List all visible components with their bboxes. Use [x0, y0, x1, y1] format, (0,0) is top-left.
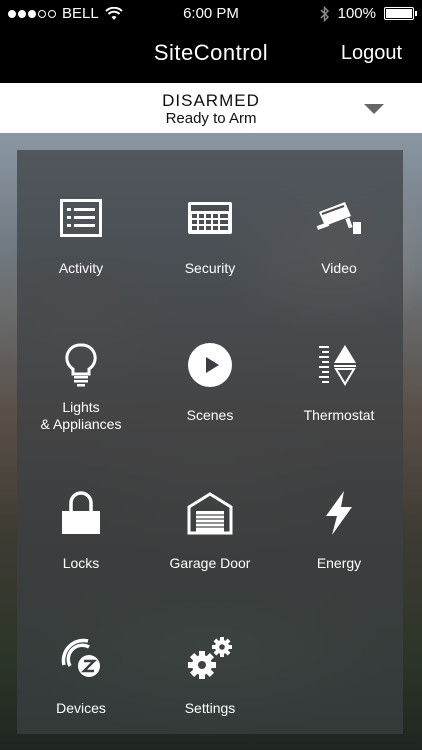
tile-security[interactable]: Security	[146, 188, 274, 318]
tile-activity[interactable]: Activity	[17, 188, 145, 318]
garage-icon	[180, 483, 240, 543]
feature-grid: Activity Security Video Lights & Applian…	[17, 150, 403, 734]
tile-label: Scenes	[186, 407, 234, 423]
arm-subtitle: Ready to Arm	[165, 110, 257, 127]
lightbulb-icon	[51, 335, 111, 395]
battery-icon	[384, 7, 417, 20]
keypad-icon	[180, 188, 240, 248]
gears-icon	[180, 628, 240, 688]
tile-lights-appliances[interactable]: Lights & Appliances	[17, 335, 145, 465]
tile-label: Thermostat	[303, 407, 375, 423]
tile-thermostat[interactable]: Thermostat	[275, 335, 403, 465]
battery-percent: 100%	[337, 5, 376, 22]
list-icon	[51, 188, 111, 248]
arm-status-dropdown[interactable]: DISARMED Ready to Arm	[0, 83, 422, 133]
tile-garage-door[interactable]: Garage Door	[146, 483, 274, 613]
tile-label: Locks	[62, 555, 100, 571]
tile-label: Devices	[56, 700, 106, 716]
tile-locks[interactable]: Locks	[17, 483, 145, 613]
tile-label: Garage Door	[169, 555, 251, 571]
chevron-down-icon[interactable]	[364, 104, 384, 114]
tile-energy[interactable]: Energy	[275, 483, 403, 613]
camera-icon	[309, 188, 369, 248]
nav-bar: SiteControl Logout	[0, 28, 422, 83]
tile-label: Settings	[184, 700, 236, 716]
logout-button[interactable]: Logout	[341, 42, 402, 65]
lightning-icon	[309, 483, 369, 543]
status-right: 100%	[320, 5, 417, 22]
lock-icon	[51, 483, 111, 543]
thermostat-icon	[309, 335, 369, 395]
tile-settings[interactable]: Settings	[146, 628, 274, 750]
tile-label: Security	[184, 260, 236, 276]
tile-label: Lights & Appliances	[40, 399, 122, 432]
status-bar: BELL 6:00 PM 100%	[0, 0, 422, 28]
tile-label: Video	[321, 260, 357, 276]
arm-state: DISARMED	[162, 91, 260, 110]
tile-devices[interactable]: Devices	[17, 628, 145, 750]
bluetooth-icon	[320, 5, 329, 22]
tile-video[interactable]: Video	[275, 188, 403, 318]
tile-label: Activity	[58, 260, 104, 276]
tile-scenes[interactable]: Scenes	[146, 335, 274, 465]
tile-label: Energy	[316, 555, 362, 571]
zwave-icon	[51, 628, 111, 688]
play-icon	[180, 335, 240, 395]
